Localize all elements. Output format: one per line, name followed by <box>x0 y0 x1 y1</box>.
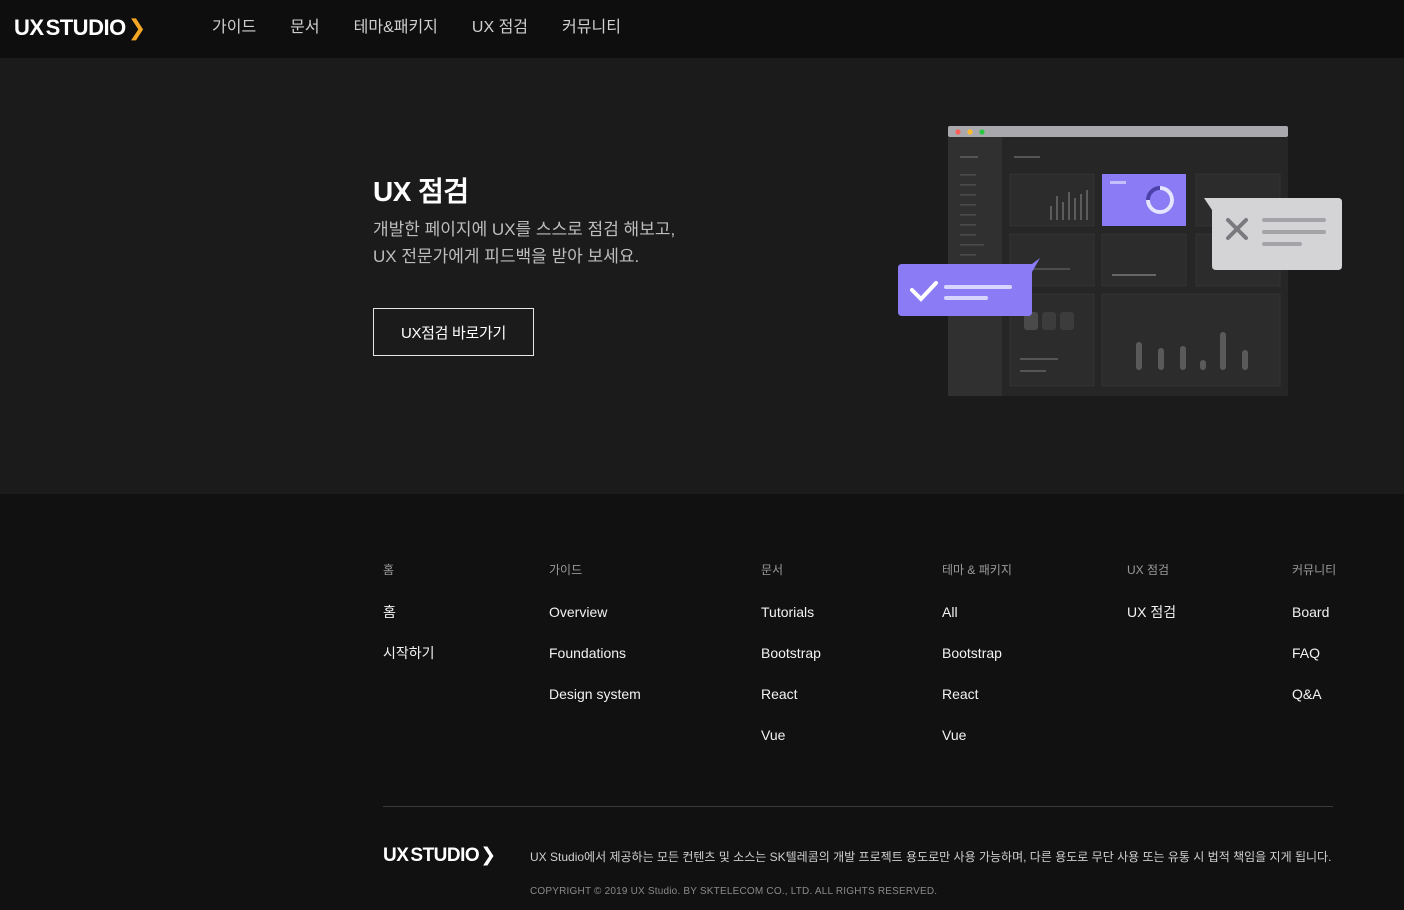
footer-link-vue[interactable]: Vue <box>942 727 1012 743</box>
hero-desc-line-1: 개발한 페이지에 UX를 스스로 점검 해보고, <box>373 220 676 239</box>
footer-link-ux-check[interactable]: UX 점검 <box>1127 604 1176 620</box>
ux-studio-logo[interactable]: UX STUDIO ❯ <box>14 14 146 42</box>
nav-item-docs[interactable]: 문서 <box>290 16 319 40</box>
footer-column-title: 테마 & 패키지 <box>942 563 1012 577</box>
footer-link-overview[interactable]: Overview <box>549 604 641 620</box>
nav-item-community[interactable]: 커뮤니티 <box>562 16 621 40</box>
footer: 홈 홈 시작하기 가이드 Overview Foundations Design… <box>0 494 1404 910</box>
dashboard-illustration <box>898 126 1342 396</box>
hero-description: 개발한 페이지에 UX를 스스로 점검 해보고, UX 전문가에게 피드백을 받… <box>373 216 675 270</box>
logo-studio-text: STUDIO <box>45 15 127 40</box>
hero-desc-line-2: UX 전문가에게 피드백을 받아 보세요. <box>373 247 640 266</box>
nav-item-guide[interactable]: 가이드 <box>212 16 256 40</box>
footer-link-react[interactable]: React <box>942 686 1012 702</box>
footer-column-title: 가이드 <box>549 563 583 577</box>
footer-logo-chevron-icon: ❯ <box>480 845 496 866</box>
footer-link-faq[interactable]: FAQ <box>1292 645 1336 661</box>
check-bubble-icon <box>898 258 1040 316</box>
footer-column-title: 커뮤니티 <box>1292 563 1337 577</box>
footer-link-bootstrap[interactable]: Bootstrap <box>942 645 1012 661</box>
hero-section: UX 점검 개발한 페이지에 UX를 스스로 점검 해보고, UX 전문가에게 … <box>0 58 1404 494</box>
footer-divider <box>383 806 1333 807</box>
hero-title: UX 점검 <box>373 176 469 207</box>
footer-link-home[interactable]: 홈 <box>383 604 435 620</box>
footer-column-community: 커뮤니티 Board FAQ Q&A <box>1292 562 1336 702</box>
footer-link-react[interactable]: React <box>761 686 821 702</box>
footer-link-design-system[interactable]: Design system <box>549 686 641 702</box>
footer-logo[interactable]: UX STUDIO ❯ <box>383 844 496 867</box>
footer-link-qna[interactable]: Q&A <box>1292 686 1336 702</box>
nav-item-ux-check[interactable]: UX 점검 <box>472 16 528 40</box>
footer-logo-studio: STUDIO <box>410 844 480 866</box>
ux-check-button[interactable]: UX점검 바로가기 <box>373 308 534 356</box>
footer-column-home: 홈 홈 시작하기 <box>383 562 435 661</box>
footer-link-getting-started[interactable]: 시작하기 <box>383 645 435 661</box>
footer-link-bootstrap[interactable]: Bootstrap <box>761 645 821 661</box>
footer-column-guide: 가이드 Overview Foundations Design system <box>549 562 641 702</box>
nav-item-themes-packages[interactable]: 테마&패키지 <box>354 16 438 40</box>
x-bubble-icon <box>1204 198 1342 270</box>
top-header: UX STUDIO ❯ 가이드 문서 테마&패키지 UX 점검 커뮤니티 <box>0 0 1404 58</box>
footer-copyright: COPYRIGHT © 2019 UX Studio. BY SKTELECOM… <box>530 886 938 897</box>
logo-ux-text: UX <box>14 15 44 40</box>
main-nav: 가이드 문서 테마&패키지 UX 점검 커뮤니티 <box>212 16 655 40</box>
footer-column-title: 홈 <box>383 563 395 577</box>
footer-link-all[interactable]: All <box>942 604 1012 620</box>
footer-link-tutorials[interactable]: Tutorials <box>761 604 821 620</box>
footer-column-docs: 문서 Tutorials Bootstrap React Vue <box>761 562 821 743</box>
footer-link-vue[interactable]: Vue <box>761 727 821 743</box>
footer-column-themes: 테마 & 패키지 All Bootstrap React Vue <box>942 562 1012 743</box>
footer-column-ux-check: UX 점검 UX 점검 <box>1127 562 1176 620</box>
footer-link-board[interactable]: Board <box>1292 604 1336 620</box>
logo-chevron-icon: ❯ <box>127 15 146 40</box>
footer-link-foundations[interactable]: Foundations <box>549 645 641 661</box>
footer-column-title: 문서 <box>761 563 784 577</box>
footer-notice: UX Studio에서 제공하는 모든 컨텐츠 및 소스는 SK텔레콤의 개발 … <box>530 850 1332 864</box>
footer-column-title: UX 점검 <box>1127 563 1170 577</box>
footer-logo-ux: UX <box>383 844 409 866</box>
